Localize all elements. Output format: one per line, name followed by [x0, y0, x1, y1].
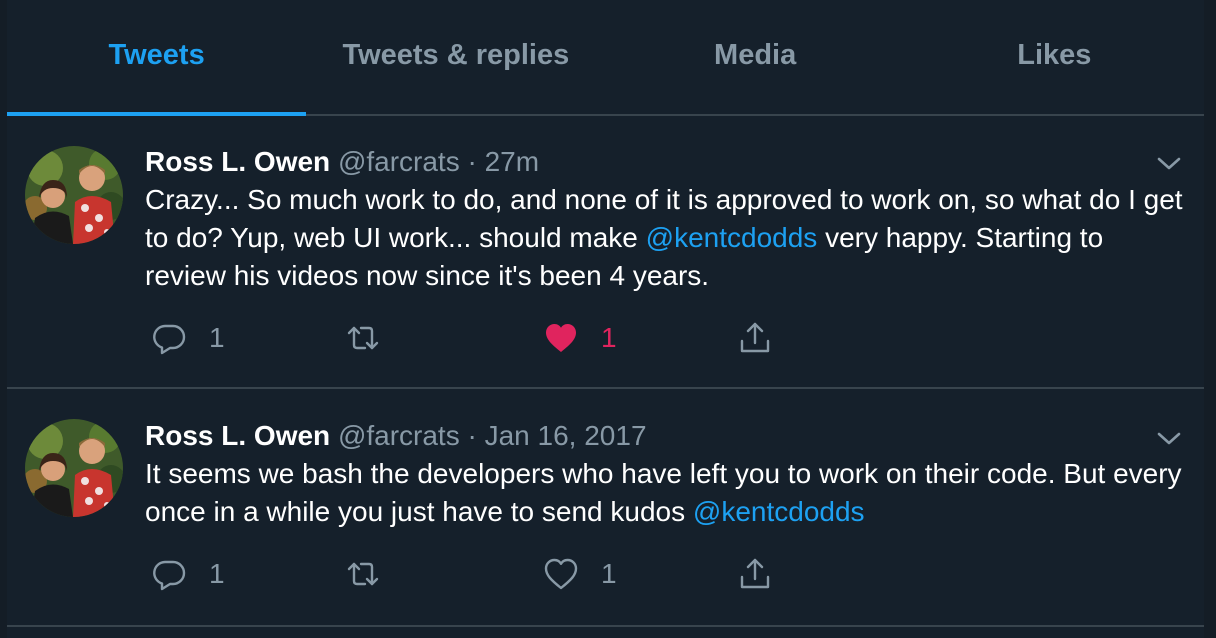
reply-button[interactable]: 1 [151, 556, 225, 592]
heart-icon [543, 556, 579, 592]
author-name[interactable]: Ross L. Owen [145, 146, 330, 177]
like-button[interactable]: 1 [543, 320, 617, 356]
tweet-actions: 1 1 [145, 556, 845, 596]
tweet-header: Ross L. Owen @farcrats · Jan 16, 2017 [145, 418, 1184, 454]
author-handle[interactable]: @farcrats [338, 146, 460, 177]
retweet-button[interactable] [345, 320, 403, 356]
tweet-header: Ross L. Owen @farcrats · 27m [145, 144, 1184, 180]
reply-count: 1 [209, 322, 225, 353]
mention-link[interactable]: @kentcdodds [693, 496, 865, 527]
profile-tabs: Tweets Tweets & replies Media Likes [7, 0, 1204, 116]
tab-tweets[interactable]: Tweets [7, 0, 307, 116]
author-handle[interactable]: @farcrats [338, 420, 460, 451]
avatar[interactable] [25, 419, 123, 517]
like-count: 1 [601, 558, 617, 589]
share-icon [737, 320, 773, 356]
share-icon [737, 556, 773, 592]
avatar[interactable] [25, 146, 123, 244]
share-button[interactable] [737, 556, 773, 592]
reply-button[interactable]: 1 [151, 320, 225, 356]
retweet-icon [345, 556, 381, 592]
tab-media[interactable]: Media [606, 0, 905, 114]
tweet[interactable]: Ross L. Owen @farcrats · Jan 16, 2017 It… [7, 389, 1204, 627]
tweet-text-part: It seems we bash the developers who have… [145, 458, 1182, 527]
mention-link[interactable]: @kentcdodds [646, 222, 818, 253]
tab-likes[interactable]: Likes [905, 0, 1204, 114]
separator: · [467, 420, 477, 451]
retweet-button[interactable] [345, 556, 403, 592]
reply-icon [151, 320, 187, 356]
chevron-down-icon[interactable] [1154, 423, 1184, 453]
retweet-icon [345, 320, 381, 356]
heart-icon [543, 320, 579, 356]
share-button[interactable] [737, 320, 773, 356]
tweet-time[interactable]: Jan 16, 2017 [485, 420, 647, 451]
tweet-actions: 1 1 [145, 320, 845, 360]
author-name[interactable]: Ross L. Owen [145, 420, 330, 451]
tweet-text: Crazy... So much work to do, and none of… [145, 181, 1184, 295]
chevron-down-icon[interactable] [1154, 148, 1184, 178]
separator: · [467, 146, 477, 177]
tweet-text: It seems we bash the developers who have… [145, 455, 1184, 531]
tweet-time[interactable]: 27m [485, 146, 539, 177]
reply-icon [151, 556, 187, 592]
tweet[interactable]: Ross L. Owen @farcrats · 27m Crazy... So… [7, 116, 1204, 389]
like-button[interactable]: 1 [543, 556, 617, 592]
like-count: 1 [601, 322, 617, 353]
reply-count: 1 [209, 558, 225, 589]
tab-tweets-and-replies[interactable]: Tweets & replies [306, 0, 605, 114]
